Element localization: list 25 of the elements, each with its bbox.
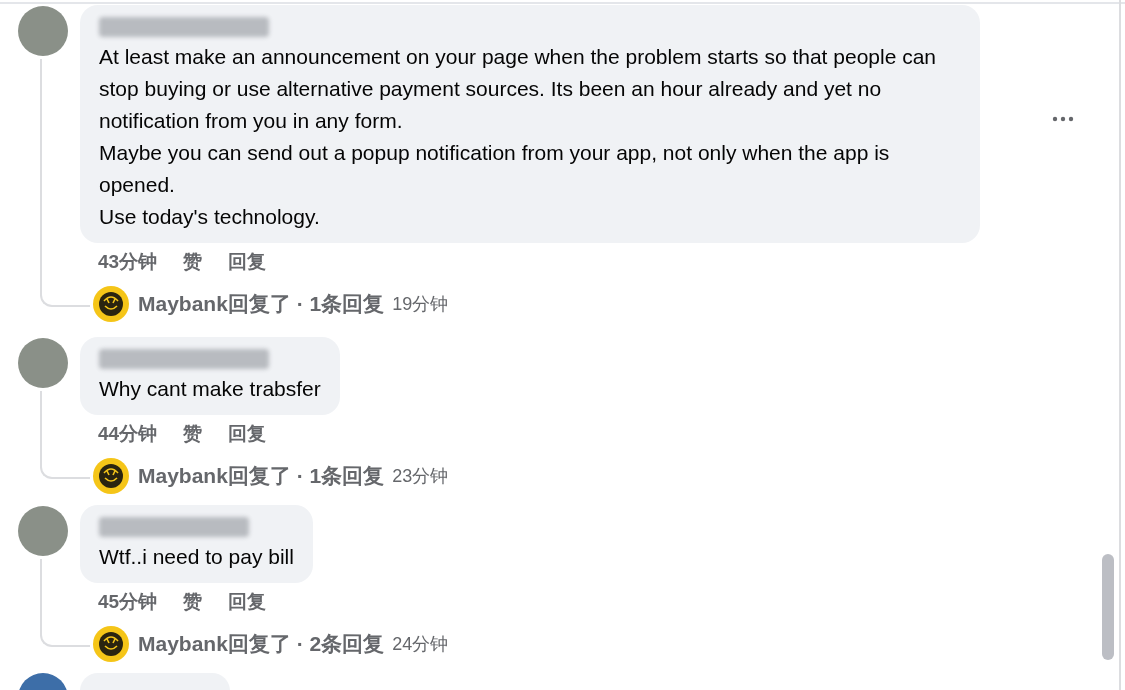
avatar [18, 6, 68, 56]
reply-time: 19分钟 [392, 292, 449, 316]
reply-link[interactable]: 回复 [228, 421, 267, 447]
comment-text: Wtf..i need to pay bill [99, 544, 294, 570]
scrollbar-thumb[interactable] [1102, 554, 1114, 660]
replies-link[interactable]: Maybank回复了 · 1条回复 [138, 288, 385, 320]
comment-time[interactable]: 43分钟 [98, 249, 158, 275]
replies-link[interactable]: Maybank回复了 · 2条回复 [138, 628, 385, 660]
avatar [18, 506, 68, 556]
more-options-icon[interactable] [1052, 116, 1074, 122]
like-link[interactable]: 赞 [183, 249, 203, 275]
comment-text: Why cant make trabsfer [99, 376, 321, 402]
comment-text: Use today's technology. [99, 204, 321, 230]
reply-time: 23分钟 [392, 464, 449, 488]
comment-time[interactable]: 44分钟 [98, 421, 158, 447]
replies-link[interactable]: Maybank回复了 · 1条回复 [138, 460, 385, 492]
reply-time: 24分钟 [392, 632, 449, 656]
comment-text: Maybe you can send out a popup notification from your app, not only when the app is opened. [99, 140, 891, 198]
avatar [18, 338, 68, 388]
reply-link[interactable]: 回复 [228, 589, 267, 615]
reply-link[interactable]: 回复 [228, 249, 267, 275]
like-link[interactable]: 赞 [183, 421, 203, 447]
comment-text: At least make an announcement on your page when the problem starts so that people can stop buying or use alternative payment sources. Its been an hour already and yet no notification from you in any form. [99, 44, 938, 134]
like-link[interactable]: 赞 [183, 589, 203, 615]
comment-time[interactable]: 45分钟 [98, 589, 158, 615]
